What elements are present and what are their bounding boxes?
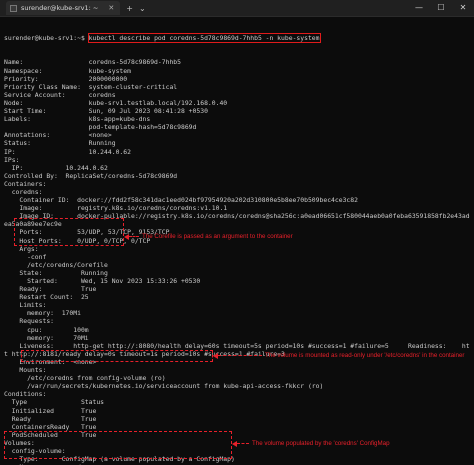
terminal-line: Priority: 2000000000 — [4, 74, 128, 83]
mount-annotation-text: The volume is mounted as read-only under… — [265, 352, 465, 359]
terminal-line: memory: 170Mi — [4, 309, 81, 318]
command-line: surender@kube-srv1:~$ kubectl describe p… — [4, 33, 470, 44]
window-controls: — ☐ ✕ — [408, 0, 474, 16]
terminal-line: Annotations: <none> — [4, 131, 112, 140]
terminal-line: /etc/coredns/Corefile — [4, 260, 108, 269]
terminal-line: IP: 10.244.0.62 — [4, 163, 108, 172]
volume-annotation-text: The volume populated by the 'coredns' Co… — [252, 440, 390, 447]
terminal-line: cpu: 100m — [4, 325, 89, 334]
terminal-line: Priority Class Name: system-cluster-crit… — [4, 82, 178, 91]
terminal-icon — [10, 4, 17, 12]
terminal-line: memory: 70Mi — [4, 333, 89, 342]
terminal-line: Namespace: kube-system — [4, 66, 131, 75]
tab-title: surender@kube-srv1: ~ — [21, 4, 99, 12]
terminal-line: Status: Running — [4, 139, 116, 148]
output-lines: Name: coredns-5d78c9869d-7hhb5 Namespace:… — [4, 58, 470, 465]
command-text: kubectl describe pod coredns-5d78c9869d-… — [87, 33, 321, 44]
mount-annotation: The volume is mounted as read-only under… — [213, 352, 464, 359]
terminal-line: Conditions: — [4, 390, 47, 399]
corefile-annotation: The Corefile is passed as an argument to… — [124, 233, 293, 240]
tab-dropdown-button[interactable]: ⌄ — [139, 4, 146, 13]
close-button[interactable]: ✕ — [452, 0, 474, 16]
terminal-line: Start Time: Sun, 09 Jul 2023 08:41:28 +0… — [4, 107, 208, 116]
terminal-line: Name: coredns-5d78c9869d-7hhb5 — [4, 58, 181, 67]
terminal-tab[interactable]: surender@kube-srv1: ~ ✕ — [6, 1, 121, 15]
terminal-line: Restart Count: 25 — [4, 293, 89, 302]
minimize-button[interactable]: — — [408, 0, 430, 16]
mount-highlight-box — [21, 350, 213, 362]
title-bar: surender@kube-srv1: ~ ✕ + ⌄ — ☐ ✕ — [0, 0, 474, 17]
terminal-line: /var/run/secrets/kubernetes.io/serviceac… — [4, 382, 324, 391]
terminal-line: -conf — [4, 252, 47, 261]
terminal-line: Node: kube-srv1.testlab.local/192.168.0.… — [4, 98, 228, 107]
terminal-line: Liveness: http-get http://:8080/health d… — [4, 341, 470, 350]
terminal-line: Ready: True — [4, 285, 97, 294]
terminal-line: /etc/coredns from config-volume (ro) — [4, 374, 166, 383]
volume-highlight-box — [4, 431, 232, 459]
terminal-line: Ready True — [4, 414, 97, 423]
terminal-line: Mounts: — [4, 366, 47, 375]
terminal-line: Requests: — [4, 317, 55, 326]
terminal-line: Service Account: coredns — [4, 90, 116, 99]
terminal-line: State: Running — [4, 268, 108, 277]
terminal-line: Started: Wed, 15 Nov 2023 15:33:26 +0530 — [4, 277, 201, 285]
tab-close-icon[interactable]: ✕ — [108, 4, 114, 12]
terminal-line: Type Status — [4, 398, 105, 407]
terminal-line: Containers: — [4, 179, 47, 188]
terminal-line: Labels: k8s-app=kube-dns — [4, 115, 151, 124]
shell-prompt: surender@kube-srv1:~$ — [4, 34, 89, 43]
terminal-line: coredns: — [4, 187, 43, 196]
terminal-line: Limits: — [4, 301, 47, 310]
args-highlight-box — [14, 218, 124, 246]
terminal-line: IP: 10.244.0.62 — [4, 147, 131, 156]
new-tab-button[interactable]: + — [126, 4, 133, 13]
terminal-line: Initialized True — [4, 406, 97, 415]
maximize-button[interactable]: ☐ — [430, 0, 452, 16]
terminal-line: Controlled By: ReplicaSet/coredns-5d78c9… — [4, 171, 178, 180]
terminal-line: ContainersReady True — [4, 422, 97, 431]
terminal-line: pod-template-hash=5d78c9869d — [4, 123, 197, 132]
terminal-line: Image: registry.k8s.io/coredns/coredns:v… — [4, 204, 228, 213]
terminal-line: Container ID: docker://fdd2f58c341dac1ee… — [4, 196, 358, 205]
volume-annotation: The volume populated by the 'coredns' Co… — [232, 440, 390, 447]
terminal-line: IPs: — [4, 155, 20, 164]
corefile-annotation-text: The Corefile is passed as an argument to… — [142, 233, 293, 240]
